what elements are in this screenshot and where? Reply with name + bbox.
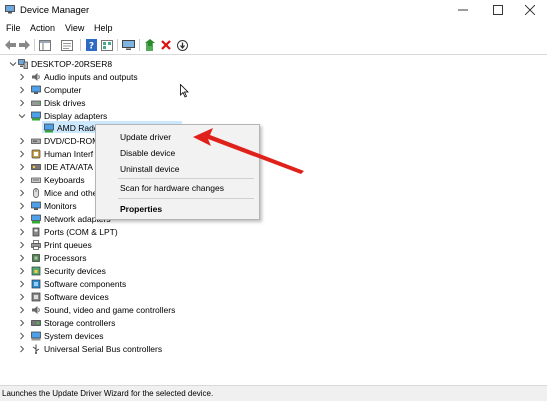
status-bar: Launches the Update Driver Wizard for th…	[0, 385, 547, 401]
annotation-arrow-icon	[193, 128, 304, 174]
status-text: Launches the Update Driver Wizard for th…	[2, 389, 214, 398]
